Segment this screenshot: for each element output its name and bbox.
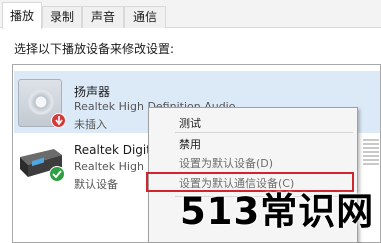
menu-separator xyxy=(175,132,353,133)
tab-sounds[interactable]: 声音 xyxy=(82,6,124,28)
default-check-icon xyxy=(49,166,65,182)
device-status: 未插入 xyxy=(74,118,107,131)
device-status: 默认设备 xyxy=(74,178,118,191)
volume-level-meter xyxy=(363,139,379,169)
menu-item-disable[interactable]: 禁用 xyxy=(179,136,201,152)
device-driver: Realtek High xyxy=(74,160,144,173)
menu-item-test[interactable]: 测试 xyxy=(179,115,201,131)
unplugged-icon xyxy=(51,113,66,128)
tab-recording[interactable]: 录制 xyxy=(42,6,82,28)
tab-communications[interactable]: 通信 xyxy=(124,6,166,28)
device-name: 扬声器 xyxy=(74,85,111,99)
menu-item-set-default-device[interactable]: 设置为默认设备(D) xyxy=(179,155,273,171)
tab-playback[interactable]: 播放 xyxy=(2,2,42,29)
instruction-label: 选择以下播放设备来修改设置: xyxy=(14,42,175,56)
watermark-text: 513常识网 xyxy=(180,190,375,233)
